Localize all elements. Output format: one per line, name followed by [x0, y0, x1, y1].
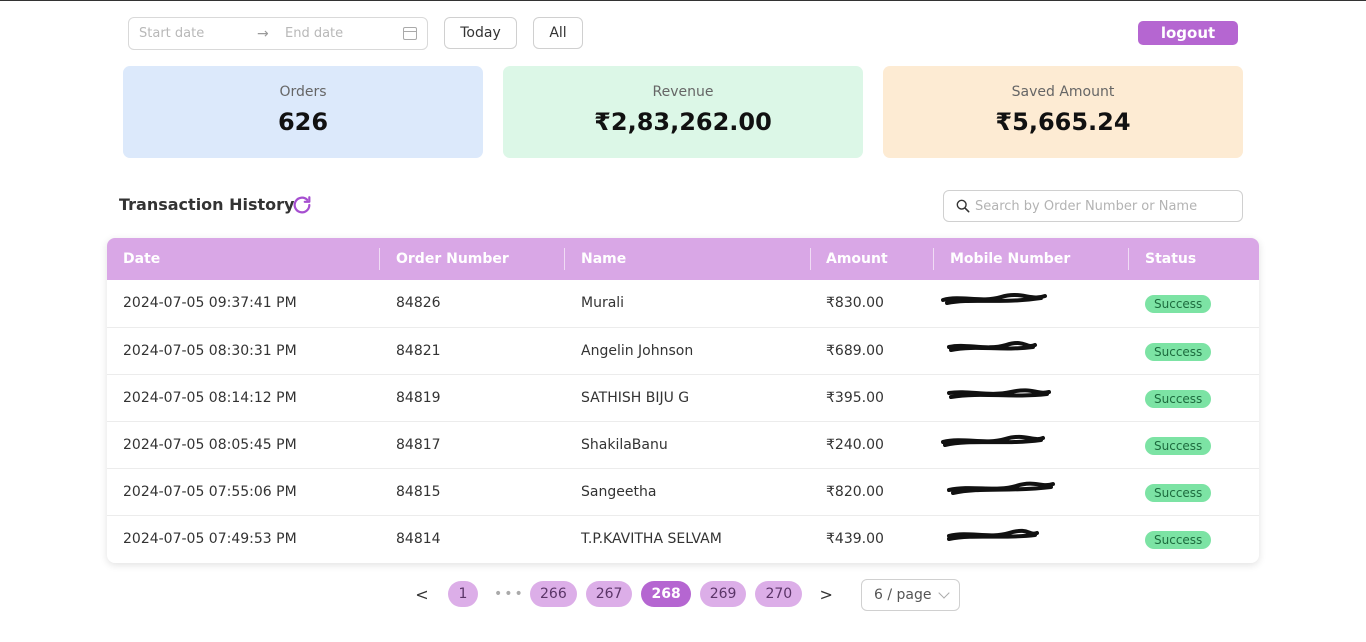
status-badge: Success — [1145, 295, 1212, 313]
transaction-table: Date Order Number Name Amount Mobile Num… — [107, 238, 1259, 563]
cell-status: Success — [1145, 390, 1212, 408]
redacted-mobile-scribble — [947, 388, 1051, 399]
orders-value: 626 — [277, 108, 329, 136]
cell-name: SATHISH BIJU G — [581, 390, 690, 406]
search-icon — [956, 199, 970, 213]
redacted-mobile-scribble — [947, 341, 1037, 352]
redacted-mobile-scribble — [941, 434, 1045, 447]
revenue-label: Revenue — [652, 84, 714, 100]
revenue-card: Revenue ₹2,83,262.00 — [503, 66, 863, 158]
cell-name: ShakilaBanu — [581, 437, 668, 453]
chevron-down-icon — [937, 587, 950, 599]
page-266-button[interactable]: 266 — [530, 581, 577, 607]
orders-card: Orders 626 — [123, 66, 483, 158]
table-row[interactable]: 2024-07-05 07:49:53 PM 84814 T.P.KAVITHA S… — [107, 515, 1259, 562]
search-input[interactable] — [975, 198, 1225, 214]
cell-status: Success — [1145, 531, 1212, 549]
status-badge: Success — [1145, 484, 1212, 502]
column-divider — [1128, 248, 1129, 270]
cell-order-number: 84819 — [396, 390, 441, 406]
cell-status: Success — [1145, 295, 1212, 313]
pagination: < 1 ••• 266 267 268 269 270 > — [410, 581, 838, 607]
header-amount[interactable]: Amount — [826, 251, 888, 267]
table-row[interactable]: 2024-07-05 09:37:41 PM 84826 Murali ₹830.00… — [107, 280, 1259, 327]
refresh-icon[interactable] — [291, 194, 313, 216]
page-267-button[interactable]: 267 — [585, 581, 633, 607]
start-date-input[interactable]: Start date — [139, 26, 257, 41]
header-order-number[interactable]: Order Number — [396, 251, 509, 267]
redacted-mobile-scribble — [947, 481, 1055, 495]
pagination-ellipsis[interactable]: ••• — [494, 586, 523, 602]
cell-order-number: 84817 — [396, 437, 441, 453]
page-size-select[interactable]: 6 / page — [861, 579, 960, 611]
column-divider — [933, 248, 934, 270]
cell-amount: ₹395.00 — [826, 390, 884, 406]
saved-amount-card: Saved Amount ₹5,665.24 — [883, 66, 1243, 158]
cell-order-number: 84815 — [396, 484, 441, 500]
orders-label: Orders — [279, 84, 327, 100]
table-row[interactable]: 2024-07-05 07:55:06 PM 84815 Sangeetha ₹820… — [107, 468, 1259, 515]
column-divider — [564, 248, 565, 270]
saved-amount-value: ₹5,665.24 — [995, 108, 1131, 136]
redacted-mobile-scribble — [947, 528, 1039, 541]
cell-date: 2024-07-05 07:55:06 PM — [123, 484, 297, 500]
cell-name: Sangeetha — [581, 484, 657, 500]
cell-status: Success — [1145, 484, 1212, 502]
cell-date: 2024-07-05 07:49:53 PM — [123, 531, 297, 547]
header-date[interactable]: Date — [123, 251, 160, 267]
page-269-button[interactable]: 269 — [699, 581, 747, 607]
status-badge: Success — [1145, 437, 1212, 455]
all-button[interactable]: All — [533, 17, 583, 49]
cell-date: 2024-07-05 08:05:45 PM — [123, 437, 297, 453]
cell-amount: ₹240.00 — [826, 437, 884, 453]
header-mobile-number[interactable]: Mobile Number — [950, 251, 1070, 267]
cell-date: 2024-07-05 08:14:12 PM — [123, 390, 297, 406]
cell-name: Murali — [581, 295, 625, 311]
page-270-button[interactable]: 270 — [755, 581, 803, 607]
cell-order-number: 84814 — [396, 531, 441, 547]
logout-button[interactable]: logout — [1138, 21, 1238, 45]
status-badge: Success — [1145, 390, 1212, 408]
end-date-input[interactable]: End date — [285, 26, 403, 41]
table-row[interactable]: 2024-07-05 08:30:31 PM 84821 Angelin Johns… — [107, 327, 1259, 374]
status-badge: Success — [1145, 343, 1212, 361]
table-row[interactable]: 2024-07-05 08:05:45 PM 84817 ShakilaBanu ₹2… — [107, 421, 1259, 468]
cell-status: Success — [1145, 437, 1212, 455]
today-button[interactable]: Today — [444, 17, 517, 49]
column-divider — [810, 248, 811, 270]
revenue-value: ₹2,83,262.00 — [594, 108, 772, 136]
calendar-icon — [403, 27, 417, 40]
header-status[interactable]: Status — [1145, 251, 1196, 267]
cell-amount: ₹439.00 — [826, 531, 884, 547]
next-page-button[interactable]: > — [814, 585, 838, 604]
redacted-mobile-scribble — [941, 293, 1047, 305]
cell-order-number: 84821 — [396, 343, 441, 359]
table-row[interactable]: 2024-07-05 08:14:12 PM 84819 SATHISH BIJU … — [107, 374, 1259, 421]
table-body: 2024-07-05 09:37:41 PM 84826 Murali ₹830.00… — [107, 280, 1259, 562]
date-range-picker[interactable]: Start date → End date — [128, 17, 428, 50]
header-name[interactable]: Name — [581, 251, 626, 267]
cell-amount: ₹689.00 — [826, 343, 884, 359]
search-box[interactable] — [943, 190, 1243, 222]
cell-date: 2024-07-05 08:30:31 PM — [123, 343, 297, 359]
page-268-button[interactable]: 268 — [641, 581, 691, 607]
column-divider — [379, 248, 380, 270]
saved-amount-label: Saved Amount — [1011, 84, 1115, 100]
table-header: Date Order Number Name Amount Mobile Num… — [107, 238, 1259, 280]
page-size-value: 6 / page — [874, 587, 932, 603]
cell-status: Success — [1145, 343, 1212, 361]
cell-name: T.P.KAVITHA SELVAM — [581, 531, 722, 547]
cell-amount: ₹830.00 — [826, 295, 884, 311]
cell-amount: ₹820.00 — [826, 484, 884, 500]
transaction-history-title: Transaction History — [119, 195, 295, 214]
page-1-button[interactable]: 1 — [448, 581, 478, 607]
status-badge: Success — [1145, 531, 1212, 549]
prev-page-button[interactable]: < — [410, 585, 434, 604]
cell-date: 2024-07-05 09:37:41 PM — [123, 295, 297, 311]
arrow-right-icon: → — [257, 25, 269, 42]
cell-name: Angelin Johnson — [581, 343, 694, 359]
cell-order-number: 84826 — [396, 295, 441, 311]
